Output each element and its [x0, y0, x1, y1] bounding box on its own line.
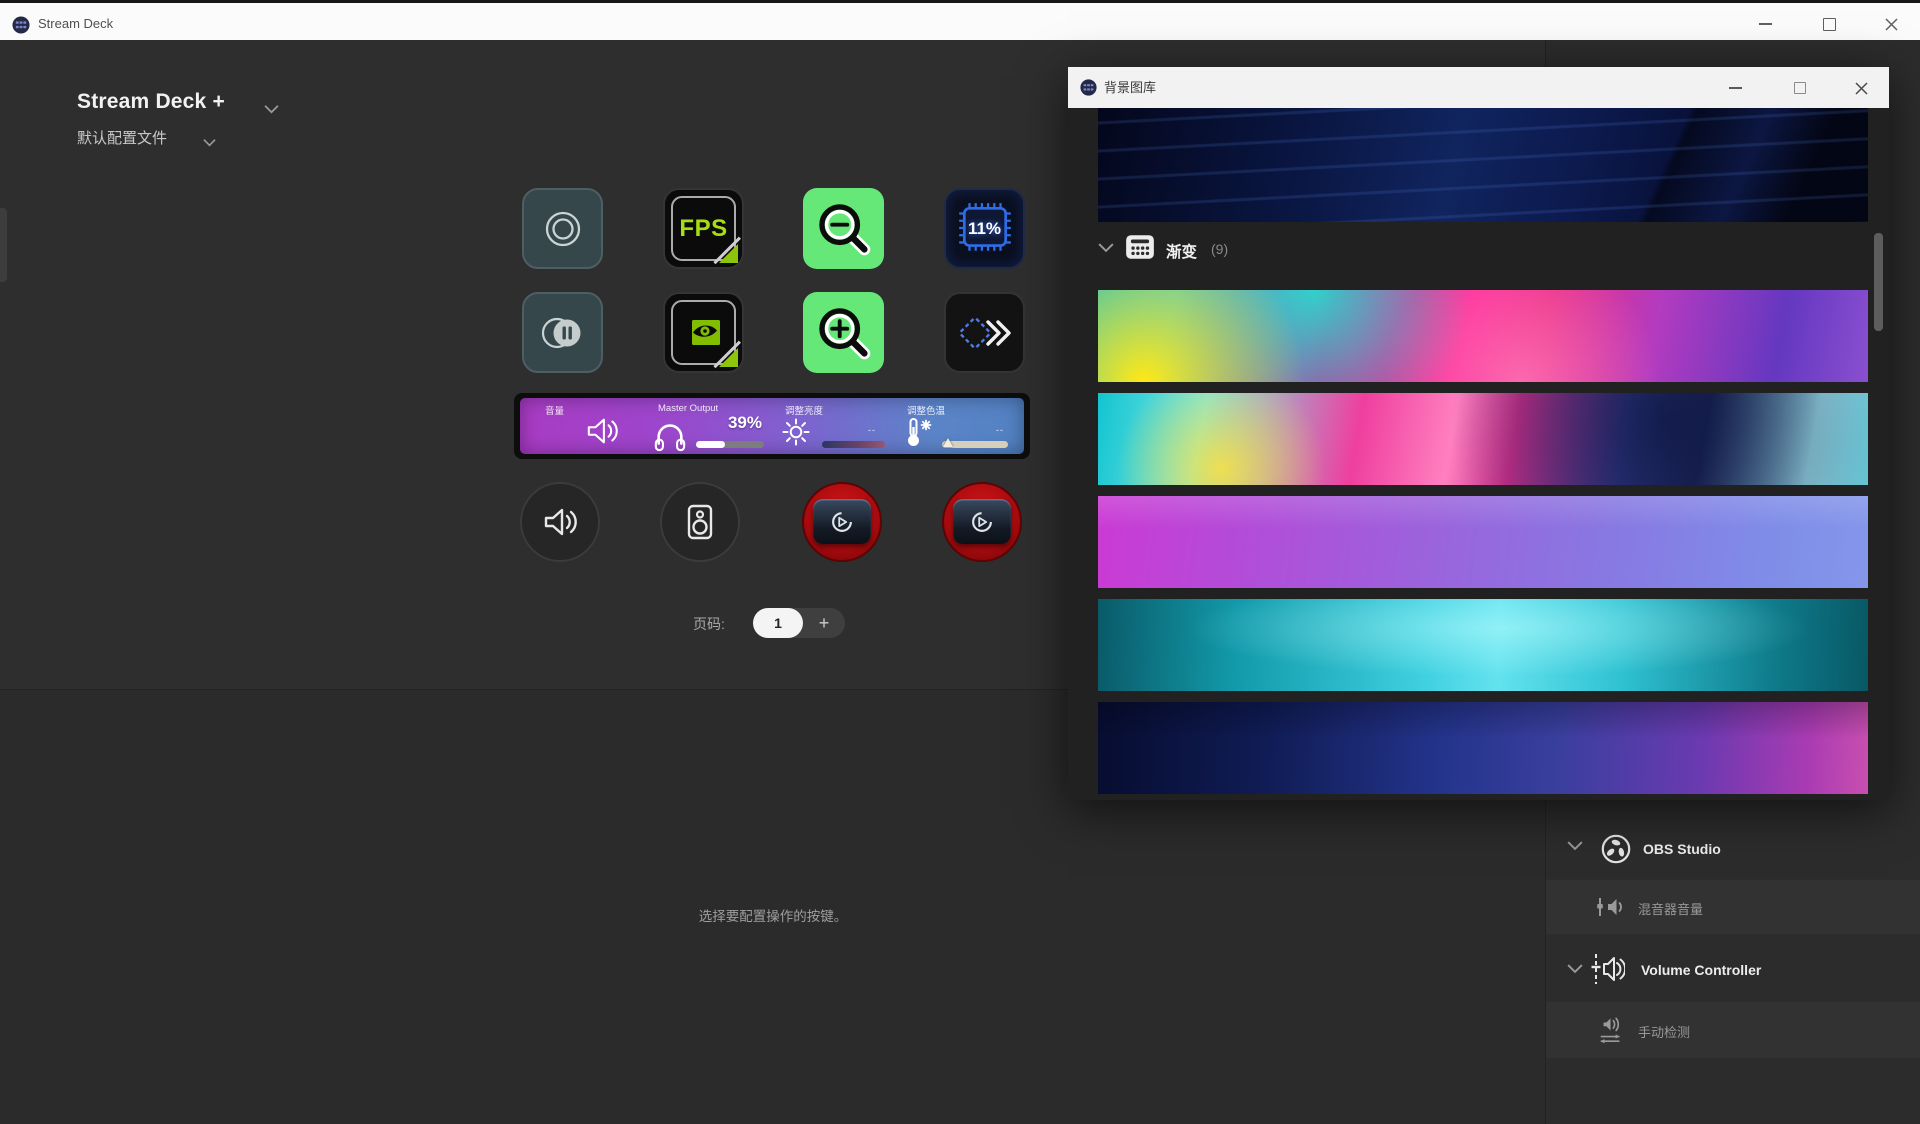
gallery-close-button[interactable] [1841, 71, 1881, 105]
left-edge-tab[interactable] [0, 208, 7, 282]
gradients-section-header[interactable]: 渐变 (9) [1068, 222, 1868, 282]
gradient-thumbnail[interactable] [1098, 393, 1868, 485]
action-label: 混音器音量 [1638, 899, 1703, 918]
sun-icon [781, 417, 811, 447]
color-temp-thumb[interactable] [943, 438, 953, 447]
chevron-down-icon [1098, 242, 1114, 253]
stream-deck-device-icon [1124, 233, 1156, 261]
main-titlebar: Stream Deck [0, 0, 1920, 40]
key-zoom-out[interactable] [803, 188, 884, 269]
gradient-thumbnail[interactable] [1098, 702, 1868, 794]
speaker-icon [582, 415, 622, 447]
sidebar-action-manual-detect[interactable]: 手动检测 [1546, 1002, 1920, 1058]
gallery-titlebar: 背景图库 [1068, 67, 1889, 108]
close-icon [1885, 18, 1898, 31]
sidebar-group-obs[interactable]: OBS Studio [1546, 818, 1920, 880]
gradient-thumbnail[interactable] [1098, 496, 1868, 588]
current-page-button[interactable]: 1 [753, 608, 803, 638]
chevron-down-icon [264, 104, 279, 114]
close-button[interactable] [1868, 6, 1914, 42]
close-icon [1855, 82, 1868, 95]
minimize-button[interactable] [1742, 6, 1788, 42]
device-menu-chevron[interactable] [264, 101, 279, 119]
key-nvidia-overlay[interactable] [663, 292, 744, 373]
minimize-icon [1759, 23, 1772, 25]
manual-detect-icon [1597, 1015, 1625, 1045]
maximize-button[interactable] [1806, 6, 1852, 42]
key-fps-overlay[interactable]: FPS [663, 188, 744, 269]
minimize-icon [1729, 87, 1742, 89]
profile-chevron[interactable] [203, 134, 216, 152]
gallery-title: 背景图库 [1104, 67, 1156, 108]
stream-deck-logo-icon [12, 16, 30, 34]
volume-section-label: 音量 [545, 403, 564, 417]
brightness-bar[interactable] [822, 441, 885, 448]
corner-triangle [719, 244, 738, 263]
cpu-usage-value: 11% [946, 190, 1023, 267]
color-temp-bar[interactable] [942, 441, 1008, 448]
chevron-down-icon [1567, 963, 1583, 974]
headphones-icon [650, 418, 690, 452]
key-skip-forward[interactable] [944, 292, 1025, 373]
speaker-box-icon [685, 502, 715, 542]
chevron-down-icon [1567, 840, 1583, 851]
chevron-down-icon [203, 138, 216, 147]
stream-deck-app: Stream Deck Stream Deck + 默认配置文件 FPS [0, 0, 1920, 1124]
sidebar-group-volume-controller[interactable]: Volume Controller [1546, 938, 1920, 1002]
key-record[interactable] [522, 188, 603, 269]
page-switcher: 1 + [753, 608, 845, 638]
key-pause-recording[interactable] [522, 292, 603, 373]
elgato-logo-icon [968, 508, 996, 536]
dial-game-capture-2[interactable] [942, 482, 1022, 562]
diamond-skip-icon [955, 315, 1015, 351]
gradient-thumbnail[interactable] [1098, 108, 1868, 222]
gallery-minimize-button[interactable] [1715, 71, 1755, 105]
obs-studio-icon [1599, 832, 1633, 866]
profile-selector[interactable]: 默认配置文件 [77, 127, 167, 148]
thermometer-icon [901, 415, 935, 449]
gradient-thumbnail[interactable] [1098, 290, 1868, 382]
gallery-maximize-button[interactable] [1780, 71, 1820, 105]
pause-record-icon [537, 313, 589, 353]
maximize-icon [1794, 82, 1806, 94]
group-label: OBS Studio [1643, 841, 1721, 857]
brightness-label: 调整亮度 [785, 403, 823, 417]
mixer-volume-icon [1595, 895, 1625, 919]
elgato-logo-icon [828, 508, 856, 536]
key-cpu-usage[interactable]: 11% [944, 188, 1025, 269]
dial-keycap [813, 499, 871, 544]
dial-volume[interactable] [520, 482, 600, 562]
dial-monitor-speaker[interactable] [660, 482, 740, 562]
section-name: 渐变 [1166, 240, 1197, 262]
zoom-in-icon [815, 304, 873, 362]
gradient-thumbnail[interactable] [1098, 599, 1868, 691]
device-name: Stream Deck + [77, 90, 225, 114]
key-zoom-in[interactable] [803, 292, 884, 373]
page-label: 页码: [693, 614, 725, 634]
volume-controller-icon [1589, 950, 1625, 988]
speaker-icon [540, 505, 580, 539]
group-label: Volume Controller [1641, 962, 1761, 978]
corner-triangle [719, 348, 738, 367]
master-output-bar[interactable] [696, 441, 764, 448]
color-temp-value: -- [996, 425, 1004, 435]
add-page-button[interactable]: + [803, 608, 845, 638]
record-circle-icon [541, 207, 585, 251]
master-output-bar-fill [696, 441, 725, 448]
sidebar-action-mixer-volume[interactable]: 混音器音量 [1546, 880, 1920, 934]
gallery-scrollbar-thumb[interactable] [1874, 233, 1883, 331]
dial-keycap [953, 499, 1011, 544]
touch-strip[interactable]: 音量 Master Output 39% 调整亮度 -- 调整色温 [520, 398, 1024, 454]
brightness-value: -- [868, 425, 876, 435]
window-title: Stream Deck [38, 5, 113, 42]
master-output-value: 39% [696, 413, 762, 433]
stream-deck-logo-icon [1080, 79, 1097, 96]
background-gallery-window: 背景图库 渐变 (9) [1068, 67, 1889, 800]
section-count: (9) [1211, 241, 1228, 257]
zoom-out-icon [815, 200, 873, 258]
dial-game-capture-1[interactable] [802, 482, 882, 562]
empty-selection-hint: 选择要配置操作的按键。 [580, 905, 966, 925]
maximize-icon [1823, 18, 1836, 31]
action-label: 手动检测 [1638, 1022, 1690, 1041]
